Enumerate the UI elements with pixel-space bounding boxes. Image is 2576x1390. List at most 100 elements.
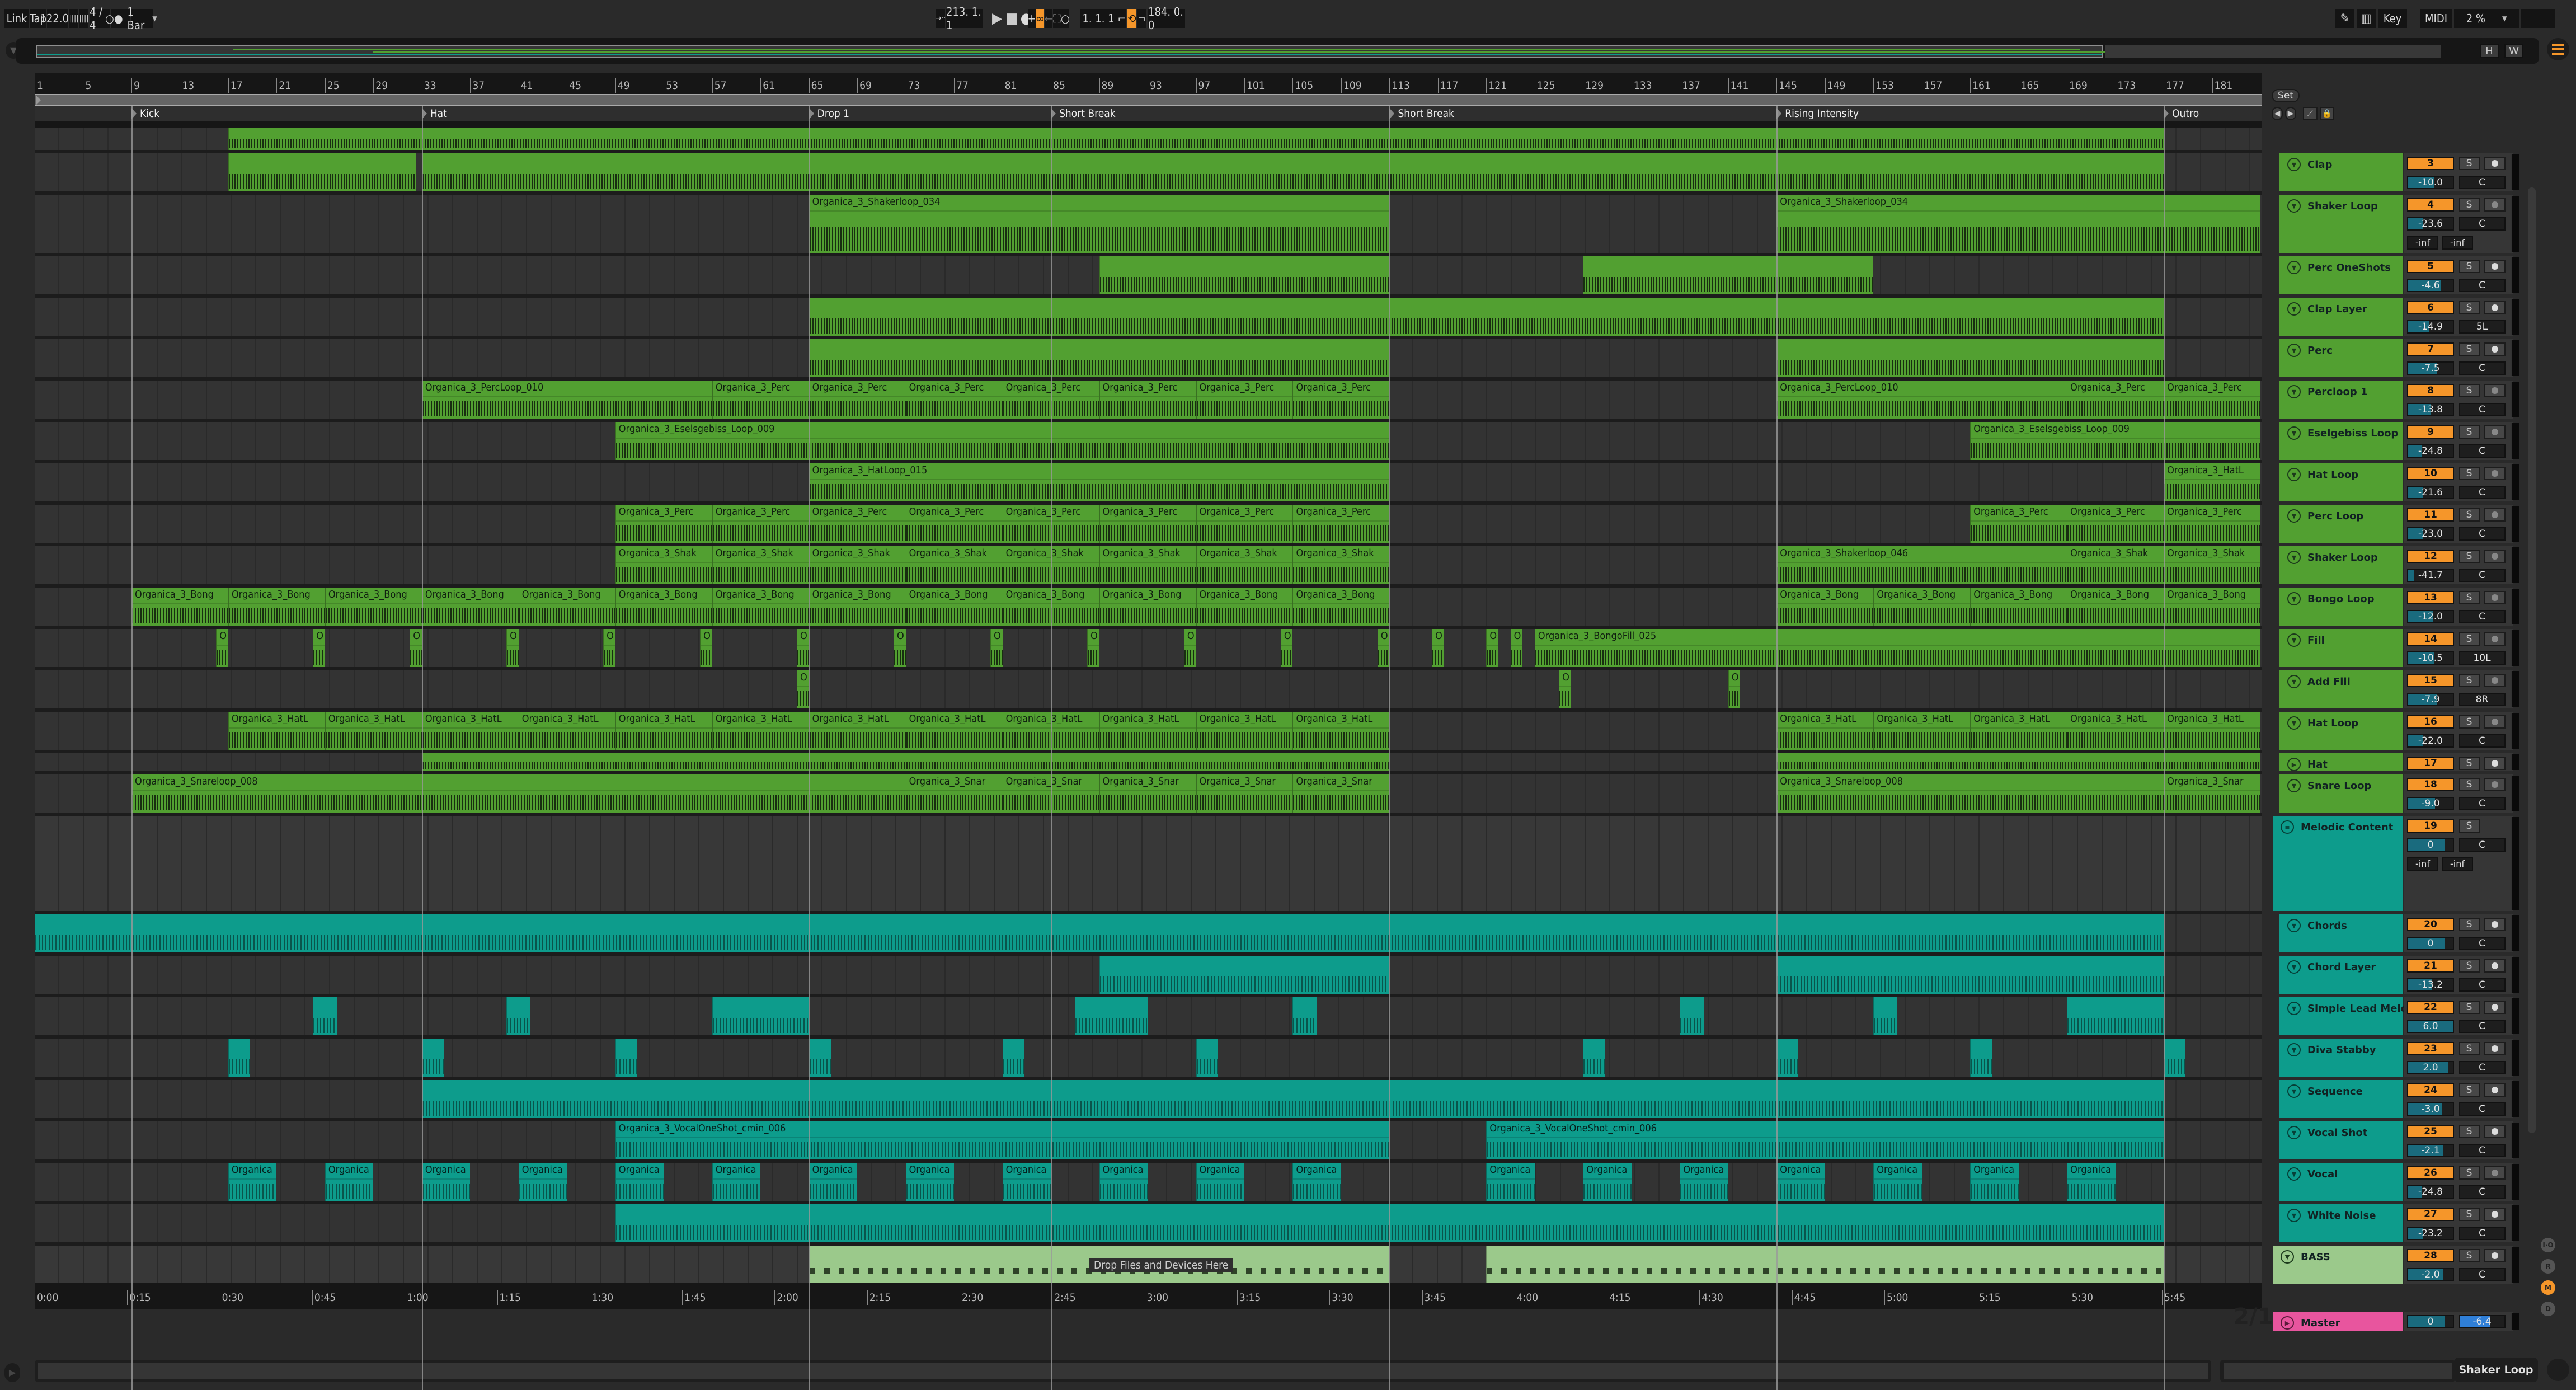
returns-toggle-button[interactable]: R xyxy=(2541,1259,2555,1274)
arrangement-clip[interactable]: Organica_3_Perc xyxy=(1292,505,1390,543)
pan-slider[interactable]: 8R xyxy=(2459,693,2506,706)
solo-button[interactable]: S xyxy=(2459,715,2480,729)
solo-button[interactable]: S xyxy=(2459,1042,2480,1055)
track-activator-button[interactable]: 27 xyxy=(2407,1208,2454,1221)
arrangement-clip[interactable] xyxy=(421,1080,2164,1118)
volume-slider[interactable]: -12.0 xyxy=(2407,610,2454,623)
track-header[interactable]: ▼ Vocal Shot 25 S -2.1 C xyxy=(2267,1121,2525,1163)
track-activator-button[interactable]: 24 xyxy=(2407,1083,2454,1097)
track-header[interactable]: ▼ Eselgebiss Loop 9 S -24.8 C xyxy=(2267,422,2525,463)
arrangement-clip[interactable]: Organica_3_Bong xyxy=(1099,588,1196,626)
selected-track-label[interactable]: Shaker Loop xyxy=(2454,1358,2538,1382)
loop-brace[interactable] xyxy=(35,94,2262,106)
lock-envelopes-button[interactable]: 🔒 xyxy=(2320,107,2334,120)
solo-button[interactable]: S xyxy=(2459,1208,2480,1221)
arrangement-clip[interactable] xyxy=(1075,997,1148,1035)
arrangement-clip[interactable] xyxy=(421,153,2164,191)
volume-slider[interactable]: -24.8 xyxy=(2407,1185,2454,1199)
solo-button[interactable]: S xyxy=(2459,632,2480,646)
arrangement-clip[interactable]: Organica xyxy=(712,1163,761,1201)
arm-button[interactable] xyxy=(2484,778,2506,791)
volume-slider[interactable]: -41.7 xyxy=(2407,569,2454,582)
solo-button[interactable]: S xyxy=(2459,1166,2480,1180)
arrangement-clip[interactable]: Organica_3_Bong xyxy=(1196,588,1293,626)
nudge-up-button[interactable]: |||| xyxy=(79,9,89,28)
arrangement-clip[interactable]: O xyxy=(1486,629,1498,667)
volume-slider[interactable]: 6.0 xyxy=(2407,1020,2454,1033)
arrangement-clip[interactable] xyxy=(1680,997,1704,1035)
arm-button[interactable] xyxy=(2484,757,2506,770)
arrangement-clip[interactable]: Organica_3_HatL xyxy=(905,712,1003,750)
locator-marker[interactable]: Outro xyxy=(2164,107,2199,120)
arrangement-clip[interactable] xyxy=(1583,1039,1605,1077)
pan-slider[interactable]: C xyxy=(2459,797,2506,810)
track-activator-button[interactable]: 3 xyxy=(2407,157,2454,170)
solo-button[interactable]: S xyxy=(2459,384,2480,397)
arrangement-clip[interactable]: Organica xyxy=(2067,1163,2116,1201)
collapse-icon[interactable]: ▼ xyxy=(2287,261,2301,274)
solo-button[interactable]: S xyxy=(2459,157,2480,170)
loop-start-marker[interactable] xyxy=(36,95,41,105)
volume-slider[interactable]: -24.8 xyxy=(2407,444,2454,458)
pan-slider[interactable]: C xyxy=(2459,361,2506,375)
locator-marker[interactable]: Rising Intensity xyxy=(1776,107,1859,120)
pan-slider[interactable]: C xyxy=(2459,1144,2506,1157)
arrangement-clip[interactable] xyxy=(1196,1039,1218,1077)
arrangement-clip[interactable]: Organica xyxy=(1583,1163,1632,1201)
key-map-button[interactable]: Key xyxy=(2378,9,2407,28)
arrangement-clip[interactable] xyxy=(1099,256,1390,294)
automation-arm-button[interactable]: ∞ xyxy=(1036,9,1045,28)
track-header[interactable]: ▼ Perc 7 S -7.5 C xyxy=(2267,339,2525,381)
track-header[interactable]: ▼ Percloop 1 8 S -13.8 C xyxy=(2267,381,2525,422)
volume-slider[interactable]: -7.5 xyxy=(2407,361,2454,375)
track-name-area[interactable]: ▼ Shaker Loop xyxy=(2279,195,2403,253)
track-header[interactable]: ▼ Fill 14 S -10.5 10L xyxy=(2267,629,2525,670)
track-activator-button[interactable]: 23 xyxy=(2407,1042,2454,1055)
track-header[interactable]: ▼ Chords 20 S 0 C xyxy=(2267,914,2525,956)
volume-slider[interactable]: 0 xyxy=(2407,937,2454,950)
arrangement-clip[interactable]: O xyxy=(1183,629,1196,667)
play-button[interactable]: ▶ xyxy=(990,9,1004,28)
arrangement-clip[interactable] xyxy=(1776,956,2164,994)
pan-slider[interactable]: C xyxy=(2459,1227,2506,1240)
automation-curve-button[interactable]: ⟋ xyxy=(2303,107,2318,120)
arrangement-clip[interactable]: Organica_3_PercLoop_010 xyxy=(1776,381,2067,419)
collapse-icon[interactable]: ▼ xyxy=(2287,1126,2301,1139)
track-header[interactable]: ≡ Melodic Content 19 S 0 C -inf -inf xyxy=(2267,816,2525,914)
volume-slider[interactable]: -9.0 xyxy=(2407,797,2454,810)
arrangement-clip[interactable]: Organica xyxy=(808,1163,858,1201)
arrangement-clip[interactable]: Organica_3_HatL xyxy=(1873,712,1971,750)
pan-slider[interactable]: C xyxy=(2459,403,2506,416)
arrangement-clip[interactable]: Organica_3_Perc xyxy=(712,381,809,419)
arrangement-clip[interactable]: O xyxy=(603,629,615,667)
arrangement-clip[interactable]: Organica_3_HatL xyxy=(615,712,712,750)
track-header[interactable]: ▼ Simple Lead Melo 22 S 6.0 C xyxy=(2267,997,2525,1039)
solo-button[interactable]: S xyxy=(2459,674,2480,687)
arrangement-clip[interactable]: Organica_3_Shak xyxy=(1292,546,1390,584)
arm-button[interactable] xyxy=(2484,918,2506,931)
track-activator-button[interactable]: 8 xyxy=(2407,384,2454,397)
track-name-area[interactable]: ▼ Hat Loop xyxy=(2279,463,2403,501)
collapse-icon[interactable]: ▼ xyxy=(2287,426,2301,440)
locator-lane[interactable]: Kick Hat Drop 1 Short Break Short Break Risin… xyxy=(35,106,2262,121)
arrangement-clip[interactable]: Organica_3_Perc xyxy=(2164,505,2261,543)
arrangement-clip[interactable] xyxy=(1776,339,2164,377)
arrangement-clip[interactable]: O xyxy=(506,629,519,667)
track-activator-button[interactable]: 20 xyxy=(2407,918,2454,931)
arrangement-clip[interactable]: Organica_3_HatL xyxy=(2164,463,2261,501)
pan-slider[interactable]: C xyxy=(2459,1061,2506,1074)
track-name-area[interactable]: ▼ BASS xyxy=(2273,1246,2403,1284)
show-clip-view-button[interactable]: ▶ xyxy=(4,1363,20,1382)
hide-detail-view-button[interactable] xyxy=(2547,1359,2569,1381)
track-header[interactable]: ▼ Perc OneShots 5 S -4.6 C xyxy=(2267,256,2525,298)
track-lane[interactable] xyxy=(35,1039,2262,1077)
arm-button[interactable] xyxy=(2484,342,2506,356)
arrangement-clip[interactable]: Organica_3_Bong xyxy=(2067,588,2164,626)
arrangement-clip[interactable]: Organica_3_HatL xyxy=(1292,712,1390,750)
arrangement-clip[interactable] xyxy=(808,298,2164,336)
arrangement-clip[interactable]: Organica_3_HatL xyxy=(1099,712,1196,750)
pan-slider[interactable]: C xyxy=(2459,1102,2506,1116)
back-to-arrangement-button[interactable]: ← xyxy=(1044,9,1053,28)
arrangement-clip[interactable]: Organica_3_Shakerloop_034 xyxy=(808,195,1390,253)
track-activator-button[interactable]: 9 xyxy=(2407,425,2454,439)
